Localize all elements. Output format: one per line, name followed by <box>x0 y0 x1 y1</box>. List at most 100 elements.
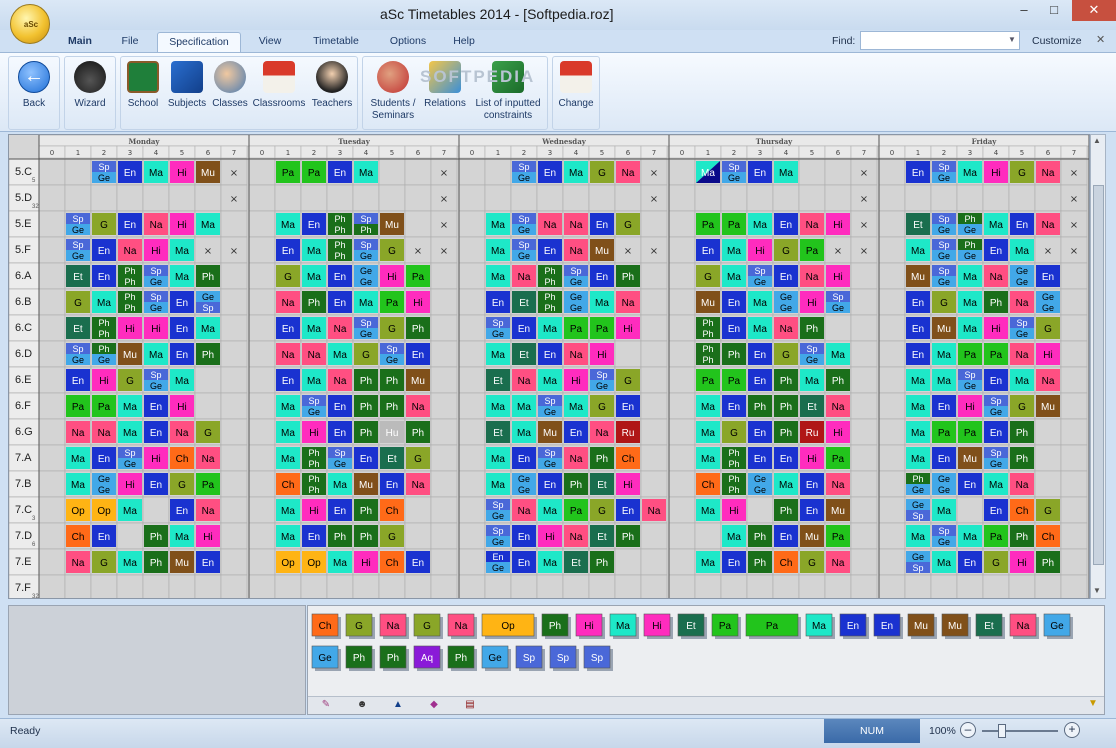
lesson-cell[interactable]: × <box>640 184 668 212</box>
lesson-cell[interactable] <box>300 184 328 212</box>
lesson-cell[interactable]: Et <box>484 366 512 394</box>
lesson-cell[interactable] <box>430 288 458 316</box>
lesson-cell[interactable] <box>248 392 276 420</box>
lesson-cell[interactable]: Hi <box>824 210 852 238</box>
lesson-cell[interactable]: Mu <box>116 340 144 368</box>
change-button[interactable]: Change <box>555 59 597 127</box>
lesson-cell[interactable]: En <box>956 548 984 576</box>
lesson-cell[interactable]: Ma <box>956 288 984 316</box>
lesson-cell[interactable] <box>300 574 328 598</box>
unplaced-cards-svg[interactable]: Ch G Na G Na Op Ph Hi Ma Hi Et Pa Pa Ma En En Mu Mu Et Na Ge… <box>308 606 1104 696</box>
lesson-cell[interactable] <box>1060 444 1088 472</box>
lesson-cell[interactable] <box>248 418 276 446</box>
lesson-cell[interactable]: GeGe <box>1008 262 1036 290</box>
lesson-cell[interactable]: Na <box>1008 470 1036 498</box>
desk-icon[interactable]: ▤ <box>456 699 484 713</box>
lesson-cell[interactable]: Et <box>484 418 512 446</box>
lesson-cell[interactable]: G <box>378 522 406 550</box>
lesson-cell[interactable] <box>378 574 406 598</box>
lesson-cell[interactable]: × <box>194 236 222 264</box>
lesson-cell[interactable]: En <box>904 314 932 342</box>
lesson-cell[interactable] <box>90 574 118 598</box>
lesson-cell[interactable]: Et <box>562 548 590 576</box>
lesson-cell[interactable] <box>248 158 276 186</box>
lesson-cell[interactable]: Na <box>194 496 222 524</box>
lesson-cell[interactable] <box>1034 418 1062 446</box>
lesson-cell[interactable]: Ma <box>1008 236 1036 264</box>
lesson-cell[interactable]: SpGe <box>536 392 564 420</box>
lesson-cell[interactable] <box>850 418 878 446</box>
unplaced-card[interactable]: Hi <box>643 613 673 639</box>
lesson-cell[interactable] <box>982 574 1010 598</box>
lesson-cell[interactable]: En <box>326 288 354 316</box>
lesson-cell[interactable]: G <box>90 548 118 576</box>
lesson-cell[interactable]: × <box>220 158 248 186</box>
lesson-cell[interactable] <box>458 288 486 316</box>
lesson-cell[interactable]: Ma <box>484 210 512 238</box>
lesson-cell[interactable]: Ma <box>116 496 144 524</box>
lesson-cell[interactable]: Ma <box>694 444 722 472</box>
lesson-cell[interactable] <box>850 548 878 576</box>
lesson-cell[interactable] <box>248 496 276 524</box>
lesson-cell[interactable]: Hi <box>168 158 196 186</box>
lesson-cell[interactable]: Et <box>510 288 538 316</box>
lesson-cell[interactable]: En <box>562 418 590 446</box>
unplaced-card[interactable]: Ph <box>379 645 409 671</box>
lesson-cell[interactable] <box>220 548 248 576</box>
lesson-cell[interactable] <box>430 314 458 342</box>
tab-main[interactable]: Main <box>58 32 102 52</box>
unplaced-card[interactable]: Et <box>975 613 1005 639</box>
lesson-cell[interactable] <box>510 574 538 598</box>
lesson-cell[interactable] <box>248 288 276 316</box>
lesson-cell[interactable]: Ma <box>484 444 512 472</box>
ribbon-close-icon[interactable]: ✕ <box>1096 33 1105 46</box>
lesson-cell[interactable]: Pa <box>720 210 748 238</box>
lesson-cell[interactable]: Mu <box>194 158 222 186</box>
lesson-cell[interactable]: Ma <box>64 444 92 472</box>
lesson-cell[interactable]: GeSp <box>194 288 222 316</box>
lesson-cell[interactable]: Hi <box>956 392 984 420</box>
lesson-cell[interactable] <box>430 548 458 576</box>
lesson-cell[interactable] <box>878 314 906 342</box>
lesson-cell[interactable] <box>326 574 354 598</box>
lesson-cell[interactable]: En <box>982 418 1010 446</box>
class-label[interactable]: 6.B <box>15 296 32 308</box>
lesson-cell[interactable] <box>194 184 222 212</box>
lesson-cell[interactable]: Ph <box>142 522 170 550</box>
lesson-cell[interactable] <box>404 158 432 186</box>
lesson-cell[interactable]: Na <box>562 236 590 264</box>
lesson-cell[interactable]: Ma <box>772 470 800 498</box>
lesson-cell[interactable]: Ma <box>798 366 826 394</box>
lesson-cell[interactable]: Ph <box>1008 418 1036 446</box>
unplaced-card[interactable]: Ma <box>805 613 835 639</box>
back-button[interactable]: Back <box>11 59 57 127</box>
lesson-cell[interactable] <box>458 314 486 342</box>
lesson-cell[interactable]: Ph <box>352 392 380 420</box>
classrooms-button[interactable]: Classrooms <box>251 59 307 127</box>
lesson-cell[interactable] <box>1060 496 1088 524</box>
lesson-cell[interactable] <box>458 496 486 524</box>
lesson-cell[interactable] <box>668 574 696 598</box>
lesson-cell[interactable]: En <box>116 158 144 186</box>
lesson-cell[interactable]: PhPh <box>116 288 144 316</box>
unplaced-card[interactable]: Sp <box>583 645 613 671</box>
lesson-cell[interactable]: Na <box>1008 340 1036 368</box>
lesson-cell[interactable]: Ma <box>982 470 1010 498</box>
lesson-cell[interactable] <box>1034 574 1062 598</box>
lesson-cell[interactable]: PhPh <box>326 210 354 238</box>
lesson-cell[interactable]: Na <box>562 210 590 238</box>
unplaced-card[interactable]: Na <box>379 613 409 639</box>
lesson-cell[interactable] <box>220 314 248 342</box>
lesson-cell[interactable]: Mu <box>588 236 616 264</box>
lesson-cell[interactable] <box>484 184 512 212</box>
lesson-cell[interactable]: GeGe <box>746 470 774 498</box>
lesson-cell[interactable] <box>220 288 248 316</box>
lesson-cell[interactable] <box>484 574 512 598</box>
lesson-cell[interactable] <box>194 574 222 598</box>
lesson-cell[interactable]: En <box>90 236 118 264</box>
lesson-cell[interactable]: Ma <box>720 236 748 264</box>
lesson-cell[interactable]: Hi <box>798 444 826 472</box>
lesson-cell[interactable] <box>878 444 906 472</box>
lesson-cell[interactable] <box>220 496 248 524</box>
lesson-cell[interactable] <box>248 262 276 290</box>
